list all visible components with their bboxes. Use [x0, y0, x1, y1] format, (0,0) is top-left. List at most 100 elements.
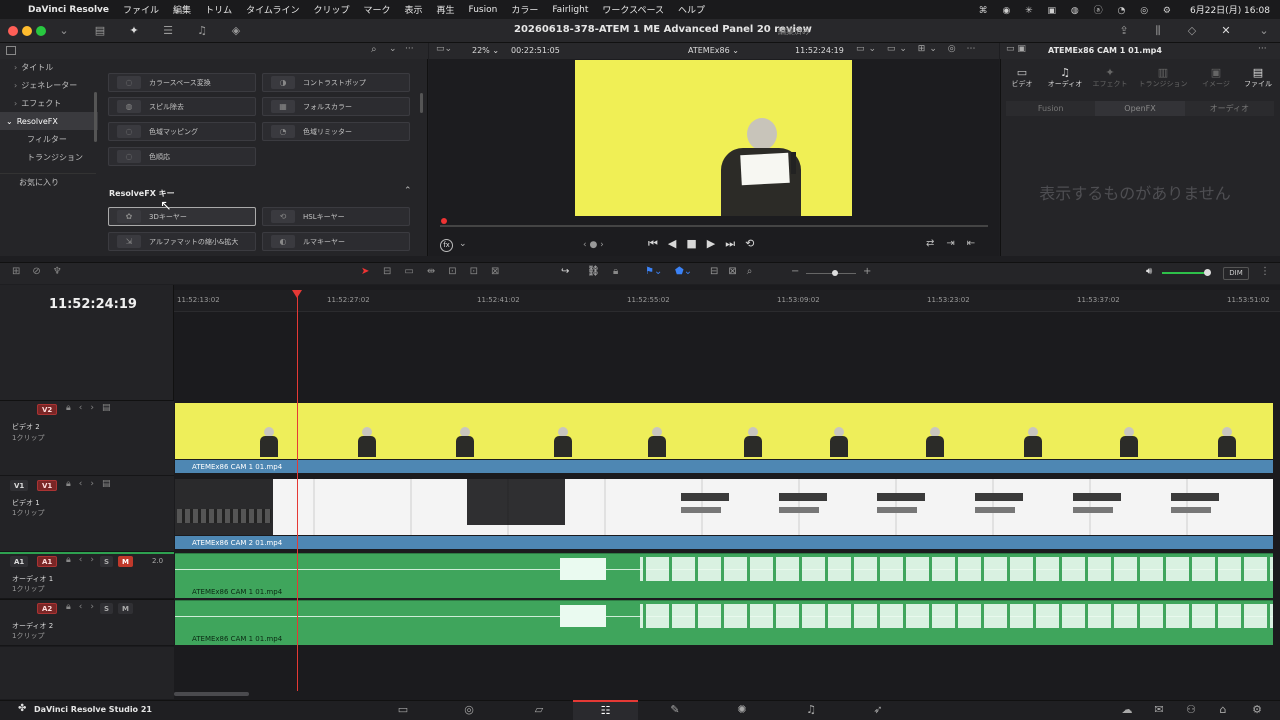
- media-page-icon[interactable]: ▭: [395, 703, 411, 716]
- effects-scrollbar[interactable]: [420, 93, 423, 113]
- fx-item-spill[interactable]: ◍ スピル除去: [108, 97, 256, 116]
- transport-controls[interactable]: ⏮◀■▶⏭⟲: [648, 237, 764, 251]
- subtab-audio[interactable]: オーディオ: [1185, 101, 1274, 116]
- panel-toggle-icon[interactable]: [6, 46, 16, 55]
- timeline-playhead[interactable]: [297, 296, 298, 691]
- zoom-window-button[interactable]: [36, 26, 46, 36]
- zoom-tools-icons[interactable]: ⊟⊠⌕: [710, 266, 762, 277]
- color-page-icon[interactable]: ✺: [734, 703, 750, 716]
- menu-fusion[interactable]: Fusion: [469, 5, 498, 15]
- viewer-layout-icon[interactable]: ▭⌄: [436, 44, 452, 54]
- minimize-window-button[interactable]: [22, 26, 32, 36]
- fusion-page-icon[interactable]: ✎: [667, 703, 683, 716]
- sidebar-scrollbar[interactable]: [94, 92, 97, 142]
- viewer-clip-select[interactable]: ATEMEx86 ⌄: [688, 46, 739, 55]
- fx-item-false-color[interactable]: ▦ フォルスカラー: [262, 97, 410, 116]
- edit-tools-icons[interactable]: ⊟▭⇹⊡⊡⊠: [383, 266, 512, 277]
- home-icon[interactable]: ⌂: [1215, 703, 1231, 716]
- clip-a2-audio[interactable]: ATEMEx86 CAM 1 01.mp4: [175, 600, 1273, 645]
- timeline-scrollbar[interactable]: [174, 692, 249, 696]
- tab-audio[interactable]: ♫ オーディオ: [1045, 66, 1085, 89]
- volume-icon[interactable]: 🔊︎: [1146, 266, 1152, 277]
- clip-v2-name[interactable]: ATEMEx86 CAM 1 01.mp4: [175, 460, 1273, 473]
- track-id-a1[interactable]: A1: [37, 556, 58, 567]
- subtab-fusion[interactable]: Fusion: [1006, 101, 1095, 116]
- flag-icon[interactable]: ⚑⌄: [645, 266, 662, 277]
- track-v1-controls[interactable]: 🔒︎‹›▤: [66, 479, 119, 489]
- dim-button[interactable]: DIM: [1223, 267, 1249, 280]
- volume-slider-handle[interactable]: [1204, 269, 1211, 276]
- timeline-view-icons[interactable]: ⊞⊘♆: [12, 266, 74, 277]
- clip-a1-audio[interactable]: ATEMEx86 CAM 1 01.mp4: [175, 553, 1273, 598]
- zoom-slider-handle[interactable]: [832, 270, 838, 276]
- menu-mark[interactable]: マーク: [363, 3, 390, 16]
- tab-image[interactable]: ▣ イメージ: [1196, 66, 1236, 89]
- zoom-in-icon[interactable]: +: [863, 266, 871, 277]
- sidebar-item-filters[interactable]: フィルター: [0, 130, 96, 148]
- chevron-down-icon[interactable]: ⌄: [389, 44, 397, 54]
- clip-v2-thumbnails[interactable]: [175, 403, 1273, 459]
- fx-item-chromatic[interactable]: ◌ 色順応: [108, 147, 256, 166]
- menu-help[interactable]: ヘルプ: [678, 3, 705, 16]
- zoom-out-icon[interactable]: −: [791, 266, 799, 277]
- inspector-icon[interactable]: ✕: [1218, 24, 1234, 38]
- menu-app[interactable]: DaVinci Resolve: [28, 5, 109, 15]
- track-id-a2[interactable]: A2: [37, 603, 58, 614]
- chevron-down-icon[interactable]: ⌄: [56, 24, 72, 38]
- settings-icon[interactable]: ⚙: [1249, 703, 1265, 716]
- linked-selection-icon[interactable]: ⛓: [587, 266, 600, 277]
- menu-workspace[interactable]: ワークスペース: [602, 3, 664, 16]
- collapse-icon[interactable]: ⌃: [404, 186, 412, 196]
- snapping-icon[interactable]: ↪: [561, 266, 569, 277]
- clip-v1-thumbnails[interactable]: [175, 479, 1273, 535]
- inspector-layout-icon[interactable]: ▭ ▣: [1006, 44, 1026, 54]
- menu-trim[interactable]: トリム: [205, 3, 232, 16]
- more-icon[interactable]: ···: [405, 44, 414, 54]
- solo-button-a2[interactable]: S: [100, 603, 114, 614]
- mixer-icon[interactable]: ⫼: [1150, 24, 1166, 38]
- menu-view[interactable]: 表示: [404, 3, 422, 16]
- zoom-slider[interactable]: [806, 273, 856, 274]
- sound-library-icon[interactable]: ♫: [194, 24, 210, 38]
- dest-v1[interactable]: V1: [10, 480, 29, 491]
- sidebar-item-favorites[interactable]: お気に入り: [0, 173, 96, 191]
- zoom-select[interactable]: 22% ⌄: [472, 46, 499, 55]
- sidebar-item-titles[interactable]: › タイトル: [0, 58, 96, 76]
- menu-playback[interactable]: 再生: [437, 3, 455, 16]
- tab-video[interactable]: ▭ ビデオ: [1005, 66, 1039, 89]
- marker-icon[interactable]: ⬟⌄: [675, 266, 692, 277]
- dest-a1[interactable]: A1: [10, 556, 29, 567]
- scrubber-track[interactable]: [440, 225, 988, 227]
- chevron-down-icon[interactable]: ⌄: [459, 239, 467, 249]
- menu-color[interactable]: カラー: [511, 3, 538, 16]
- track-v2-controls[interactable]: 🔒︎‹›▤: [66, 403, 119, 413]
- markers-icon[interactable]: ◈: [228, 24, 244, 38]
- menu-clip[interactable]: クリップ: [313, 3, 349, 16]
- lock-icon[interactable]: 🔒︎: [613, 266, 618, 277]
- subtab-openfx[interactable]: OpenFX: [1095, 101, 1185, 116]
- volume-slider[interactable]: [1162, 272, 1206, 274]
- fx-item-colorspace[interactable]: ◌ カラースペース変換: [108, 73, 256, 92]
- viewer-options-icons[interactable]: ▭⌄ ▭⌄ ⊞⌄ ◎ ⋯: [856, 44, 979, 54]
- edit-page-icon-alt[interactable]: ▱: [531, 703, 547, 716]
- collaboration-icon[interactable]: ⚇: [1183, 703, 1199, 716]
- close-window-button[interactable]: [8, 26, 18, 36]
- more-options-icon[interactable]: ⌄: [1256, 24, 1272, 38]
- fx-bypass-icon[interactable]: fx: [440, 239, 453, 252]
- playhead-handle[interactable]: [292, 290, 302, 298]
- menu-fairlight[interactable]: Fairlight: [552, 5, 588, 15]
- sidebar-item-transitions[interactable]: トランジション: [0, 148, 96, 166]
- fx-item-hsl-keyer[interactable]: ⟲ HSLキーヤー: [262, 207, 410, 226]
- fx-item-gamut-limit[interactable]: ◔ 色域リミッター: [262, 122, 410, 141]
- timeline-menu-icon[interactable]: ⋮: [1260, 266, 1270, 277]
- solo-button-a1[interactable]: S: [100, 556, 114, 567]
- tab-file[interactable]: ▤ ファイル: [1240, 66, 1276, 89]
- track-id-v2[interactable]: V2: [37, 404, 58, 415]
- fx-item-3d-keyer[interactable]: ✿ 3Dキーヤー: [108, 207, 256, 226]
- mute-button-a2[interactable]: M: [118, 603, 133, 614]
- sidebar-item-effects[interactable]: › エフェクト: [0, 94, 96, 112]
- sidebar-item-resolvefx[interactable]: ⌄ ResolveFX: [0, 112, 98, 130]
- cut-page-icon[interactable]: ◎: [461, 703, 477, 716]
- fx-item-luma-keyer[interactable]: ◐ ルマキーヤー: [262, 232, 410, 251]
- menu-edit[interactable]: 編集: [173, 3, 191, 16]
